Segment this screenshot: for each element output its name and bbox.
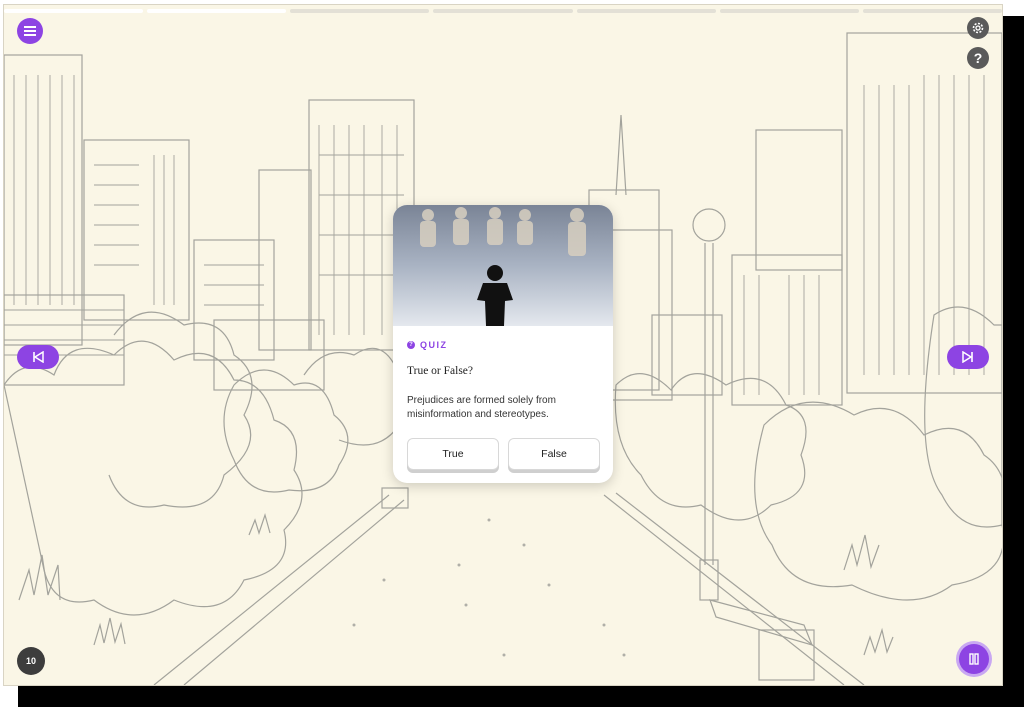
help-button[interactable]: ? (967, 47, 989, 69)
pause-button[interactable] (959, 644, 989, 674)
pause-icon (969, 653, 979, 665)
quiz-badge-label: QUIZ (420, 340, 448, 350)
progress-segment (4, 9, 144, 13)
next-button[interactable] (947, 345, 989, 369)
previous-button[interactable] (17, 345, 59, 369)
quiz-title: True or False? (407, 365, 474, 377)
progress-segment (147, 9, 287, 13)
hamburger-menu-icon (24, 26, 36, 36)
answer-false-button[interactable]: False (508, 438, 600, 470)
replay-10-icon: 10 (25, 656, 36, 666)
quiz-statement: Prejudices are formed solely from misinf… (407, 395, 556, 420)
menu-button[interactable] (17, 18, 43, 44)
question-icon: ? (973, 50, 983, 66)
settings-button[interactable] (967, 17, 989, 39)
replay-10-button[interactable]: 10 (17, 647, 45, 675)
progress-segment (433, 9, 573, 13)
question-icon: ? (407, 341, 415, 349)
quiz-badge: ? QUIZ (407, 340, 448, 350)
gear-icon (972, 22, 984, 34)
skip-forward-icon (962, 351, 973, 363)
progress-segment (862, 9, 1002, 13)
progress-segment (290, 9, 430, 13)
progress-segment (719, 9, 859, 13)
quiz-card: ? QUIZ True or False? Prejudices are for… (393, 205, 613, 483)
paper-figures-image (393, 205, 613, 326)
answer-true-button[interactable]: True (407, 438, 499, 470)
skip-back-icon (33, 351, 44, 363)
lesson-stage: ? 10 ? QUIZ True or False? Prejudices ar… (4, 5, 1002, 685)
lesson-progress (4, 9, 1002, 13)
progress-segment (576, 9, 716, 13)
